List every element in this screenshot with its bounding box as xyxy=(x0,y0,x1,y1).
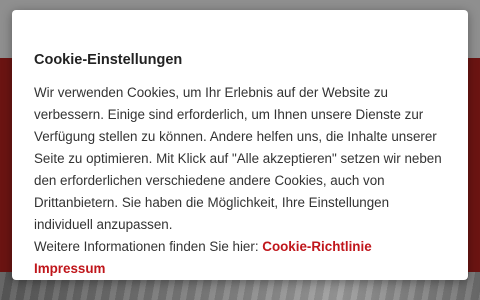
more-info-text: Weitere Informationen finden Sie hier: xyxy=(34,239,259,254)
dialog-title: Cookie-Einstellungen xyxy=(34,52,183,68)
cookie-settings-dialog: Cookie-Einstellungen Wir verwenden Cooki… xyxy=(12,10,468,280)
page: Cookie-Einstellungen Wir verwenden Cooki… xyxy=(0,0,480,300)
cookie-description: Wir verwenden Cookies, um Ihr Erlebnis a… xyxy=(34,85,442,232)
imprint-link[interactable]: Impressum xyxy=(34,261,105,276)
dialog-body: Wir verwenden Cookies, um Ihr Erlebnis a… xyxy=(34,82,446,280)
cookie-policy-link[interactable]: Cookie-Richtlinie xyxy=(262,239,371,254)
